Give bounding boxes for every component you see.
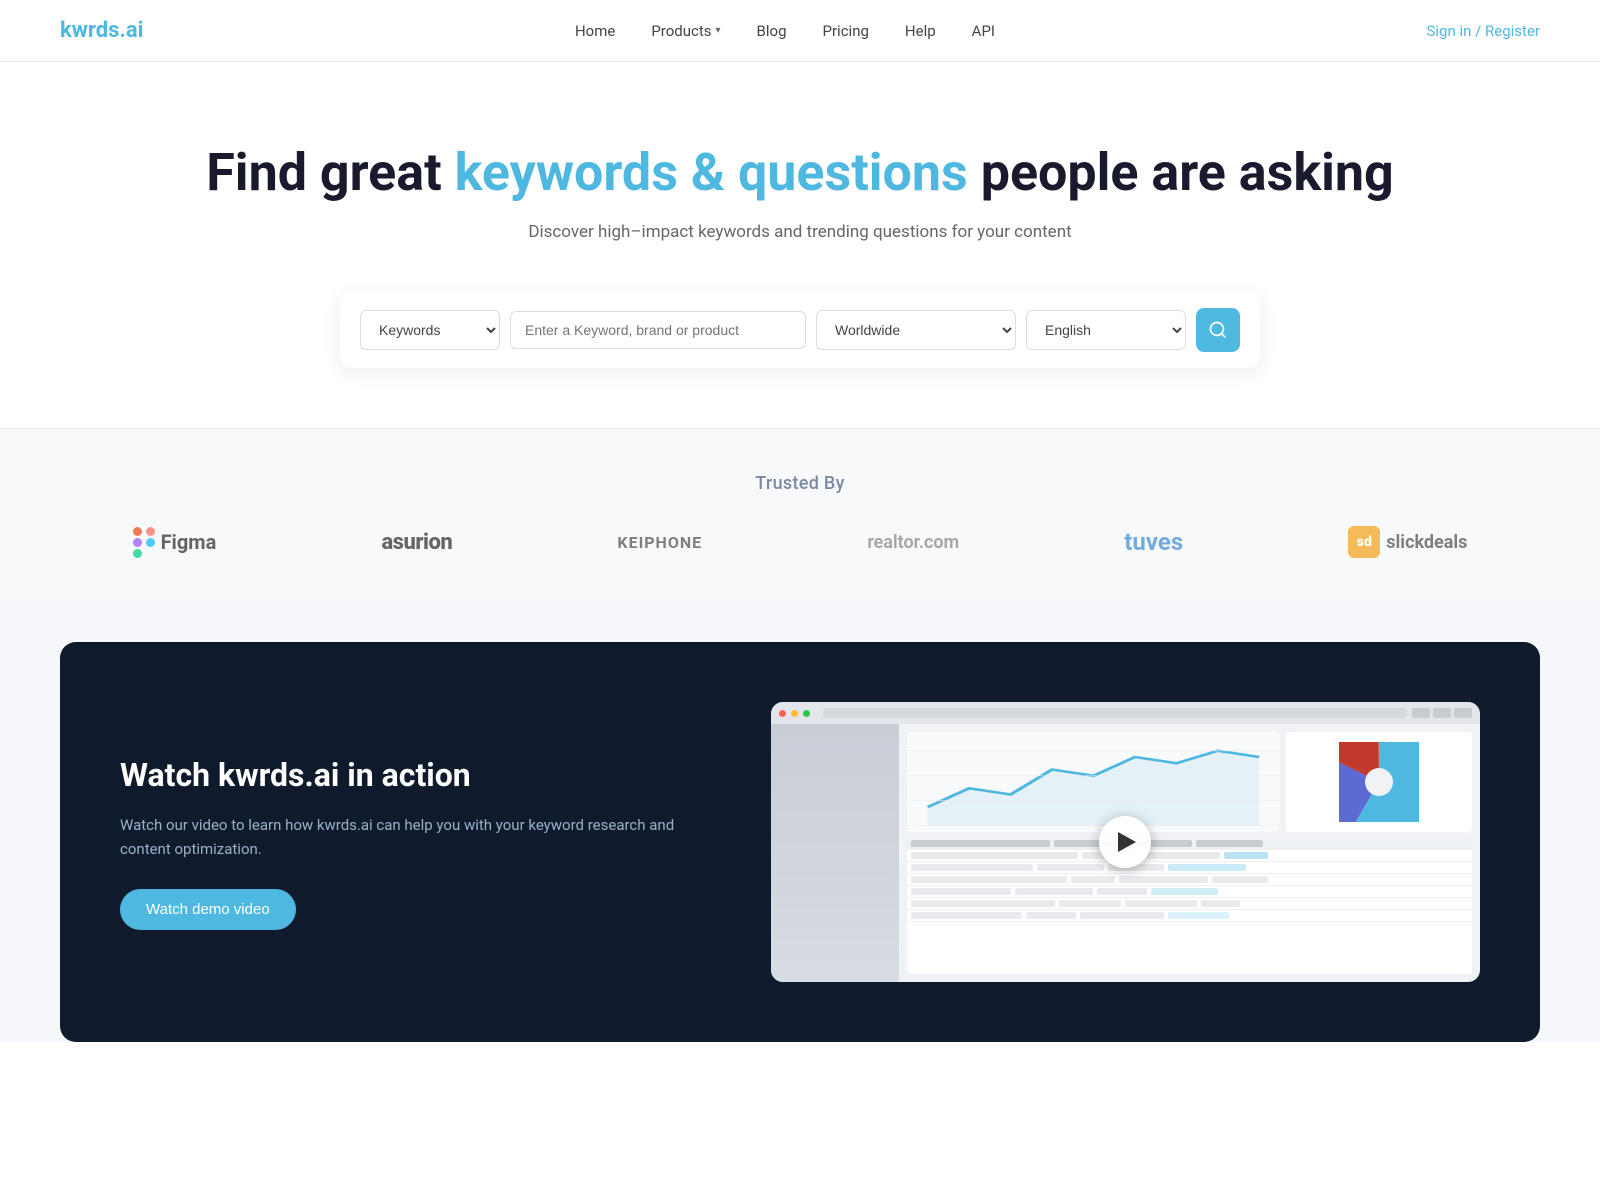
hero-section: Find great keywords & questions people a… [0,62,1600,428]
language-select[interactable]: English Spanish French [1026,310,1186,350]
nav-pricing[interactable]: Pricing [823,22,869,40]
nav-help[interactable]: Help [905,22,936,40]
logo-keiphone: KEIPHONE [617,533,702,552]
figma-label: Figma [161,530,217,554]
nav-home[interactable]: Home [575,22,615,40]
nav-blog[interactable]: Blog [757,22,787,40]
mock-table [907,838,1472,974]
video-section-wrap: Watch kwrds.ai in action Watch our video… [0,602,1600,1042]
logo[interactable]: kwrds.ai [60,18,143,43]
video-section: Watch kwrds.ai in action Watch our video… [60,642,1540,1042]
maximize-dot [803,710,810,717]
url-bar [823,708,1407,718]
play-button[interactable] [1099,816,1151,868]
minimize-dot [791,710,798,717]
mock-sidebar-panel [771,724,899,982]
table-row [907,898,1472,910]
chevron-down-icon: ▾ [716,25,721,36]
video-text: Watch kwrds.ai in action Watch our video… [120,755,711,930]
nav-api[interactable]: API [972,22,995,40]
search-type-select[interactable]: Keywords Questions Topics [360,310,500,350]
mock-charts-row [907,732,1472,832]
nav-auth: Sign in / Register [1426,21,1540,40]
table-row [907,850,1472,862]
keiphone-label: KEIPHONE [617,533,702,552]
mock-table-header [907,838,1472,850]
trusted-heading: Trusted By [60,473,1540,494]
search-bar: Keywords Questions Topics Worldwide Unit… [340,292,1260,368]
mock-line-chart [907,732,1280,832]
location-select[interactable]: Worldwide United States United Kingdom [816,310,1016,350]
figma-icon [133,527,155,558]
logo-realtor: realtor.com [867,532,959,553]
table-row [907,910,1472,922]
realtor-label: realtor.com [867,532,959,553]
video-heading: Watch kwrds.ai in action [120,755,711,797]
signin-register-link[interactable]: Sign in / Register [1426,22,1540,40]
mock-pie-chart [1286,732,1472,832]
mock-topbar [771,702,1480,724]
trusted-section: Trusted By Figma asurion [0,428,1600,602]
nav-links: Home Products ▾ Blog Pricing Help API [575,21,995,40]
close-dot [779,710,786,717]
table-row [907,862,1472,874]
video-description: Watch our video to learn how kwrds.ai ca… [120,813,711,861]
play-icon [1118,832,1136,852]
search-input[interactable] [510,311,806,349]
asurion-label: asurion [381,530,452,555]
table-row [907,874,1472,886]
logo-tuves: tuves [1124,528,1183,556]
search-icon [1209,321,1227,339]
slickdeals-label: slickdeals [1386,532,1467,553]
navbar: kwrds.ai Home Products ▾ Blog Pricing He… [0,0,1600,62]
logo-slickdeals: sd slickdeals [1348,526,1467,558]
tuves-label: tuves [1124,528,1183,556]
hero-heading: Find great keywords & questions people a… [40,142,1560,204]
mock-main-content [899,724,1480,982]
slickdeals-badge: sd [1348,526,1380,558]
search-button[interactable] [1196,308,1240,352]
hero-subheading: Discover high–impact keywords and trendi… [40,222,1560,242]
watch-demo-button[interactable]: Watch demo video [120,889,296,930]
logo-figma: Figma [133,527,217,558]
window-controls [1412,708,1472,718]
nav-products[interactable]: Products ▾ [651,22,720,40]
table-row [907,886,1472,898]
trusted-logos: Figma asurion KEIPHONE realtor.com tuves… [60,526,1540,558]
video-preview[interactable] [771,702,1480,982]
logo-asurion: asurion [381,530,452,555]
